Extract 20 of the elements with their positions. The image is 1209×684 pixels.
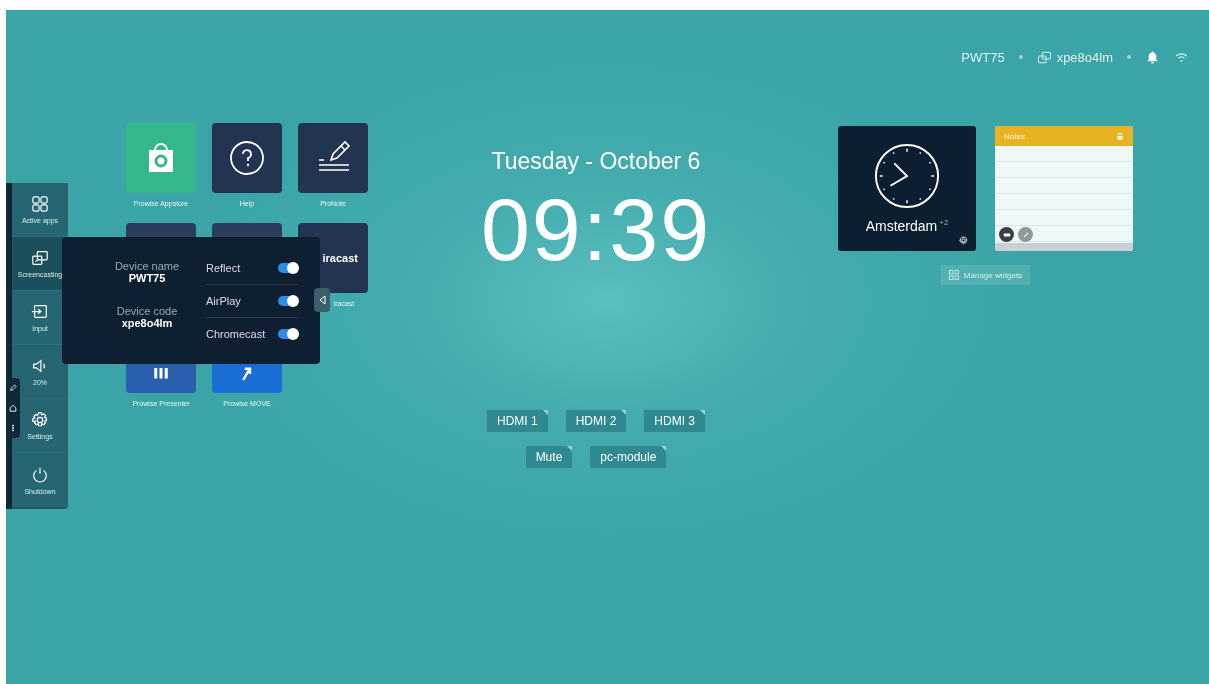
city-name: Amsterdam xyxy=(865,218,938,234)
toggle-label: Reflect xyxy=(206,262,241,274)
time-text: 09:39 xyxy=(480,179,712,281)
device-name: PWT75 xyxy=(961,49,1005,65)
notes-title: Notes xyxy=(1004,131,1025,141)
device-code: xpe8o4lm xyxy=(1056,49,1113,65)
source-button[interactable]: Mute xyxy=(524,445,574,469)
device-name-label: Device name xyxy=(114,260,180,272)
source-button[interactable]: pc-module xyxy=(589,445,668,469)
source-button[interactable]: HDMI 2 xyxy=(564,409,628,433)
device-code-label: Device code xyxy=(116,305,178,317)
source-button[interactable]: HDMI 1 xyxy=(486,409,549,433)
source-button[interactable]: HDMI 3 xyxy=(643,409,706,433)
date-text: Tuesday - October 6 xyxy=(491,148,701,175)
device-name: PWT75 xyxy=(128,272,166,284)
device-code: xpe8o4lm xyxy=(121,317,173,329)
time-offset: +2 xyxy=(939,218,949,227)
miracast-logo: iracast xyxy=(321,252,359,264)
toggle-label: Chromecast xyxy=(206,328,266,340)
toggle-label: AirPlay xyxy=(206,295,241,307)
